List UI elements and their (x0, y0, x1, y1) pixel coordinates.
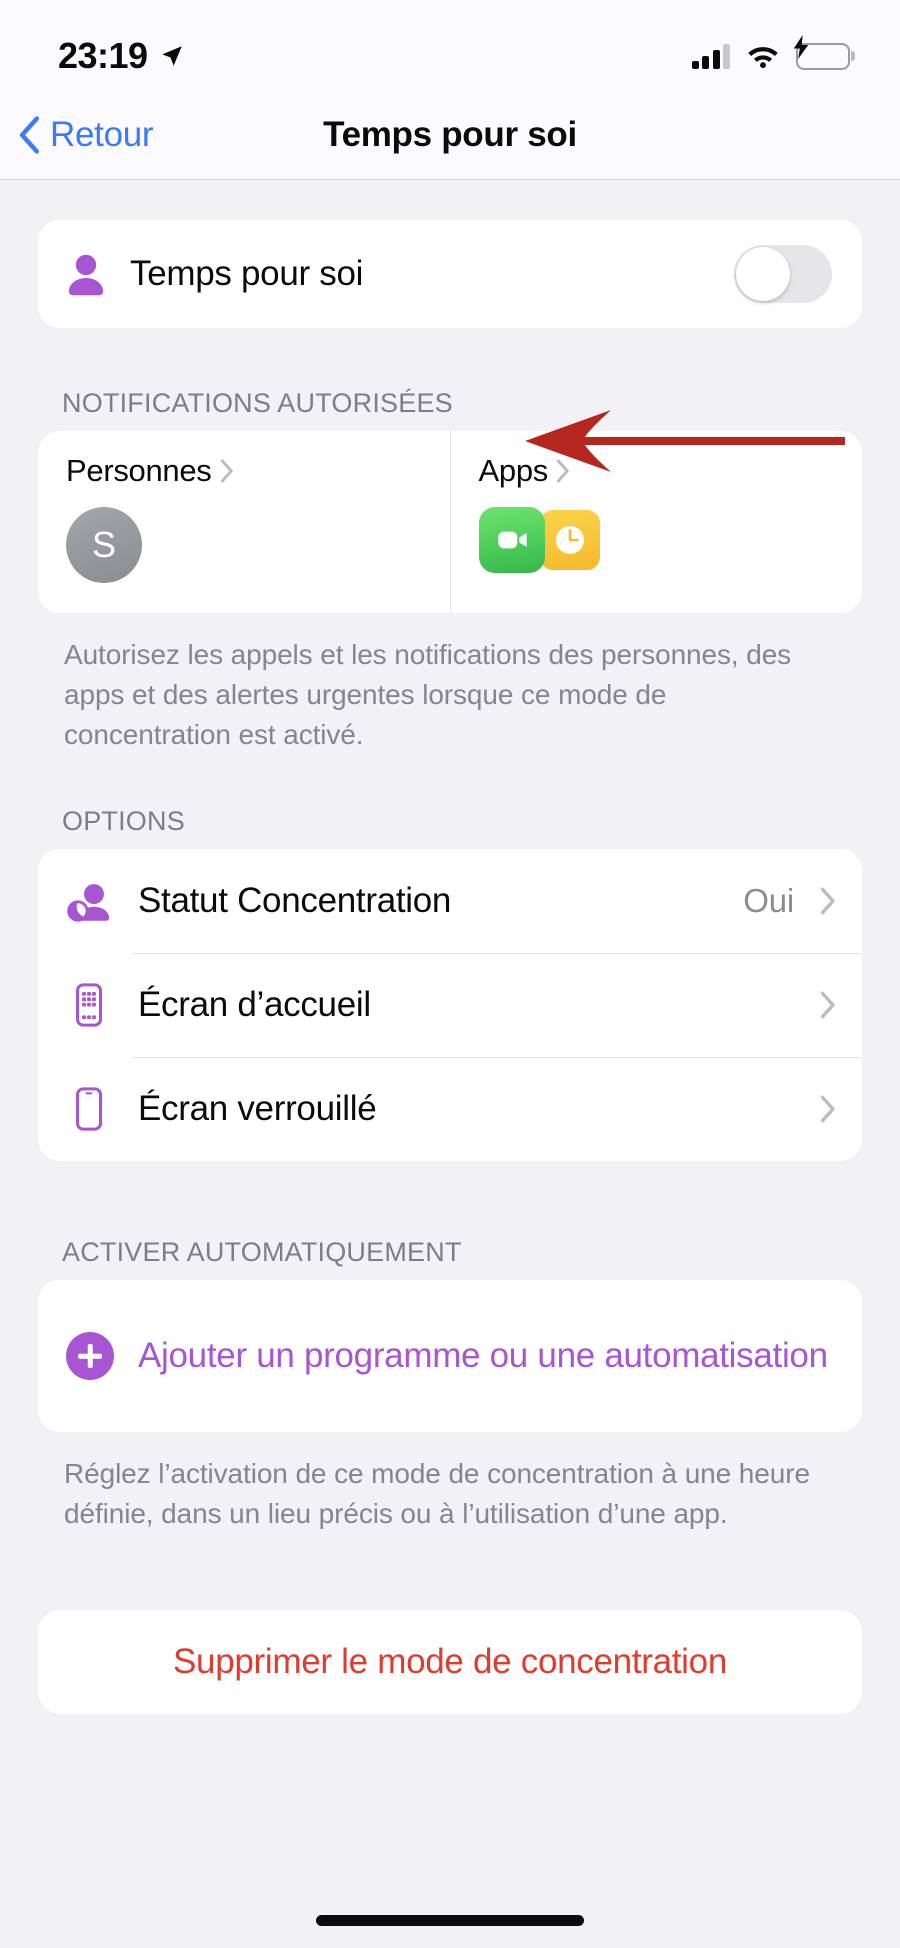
chevron-right-icon (220, 459, 233, 483)
status-bar-right (691, 35, 850, 70)
option-row-label: Statut Concentration (138, 881, 452, 921)
delete-focus-button[interactable]: Supprimer le mode de concentration (38, 1609, 862, 1714)
option-row-label: Écran verrouillé (138, 1089, 377, 1129)
focus-toggle-switch[interactable] (734, 245, 832, 303)
options-card: Statut Concentration Oui Écran d’accueil… (38, 849, 862, 1162)
status-bar: 23:19 (0, 0, 900, 90)
back-button[interactable]: Retour (0, 114, 154, 155)
automation-section-footer: Réglez l’activation de ce mode de concen… (64, 1458, 810, 1529)
people-tile[interactable]: Personnes S (38, 431, 450, 613)
chevron-right-icon (820, 991, 835, 1019)
charging-bolt-icon (793, 35, 808, 59)
automation-section-header: ACTIVER AUTOMATIQUEMENT (62, 1237, 462, 1268)
option-row-value: Oui (743, 882, 794, 920)
wifi-icon (748, 47, 778, 69)
facetime-glyph (497, 531, 527, 549)
chevron-right-icon (820, 887, 835, 915)
cellular-signal-icon (691, 43, 730, 69)
battery-charging-icon (793, 35, 850, 70)
option-row-label: Écran d’accueil (138, 985, 371, 1025)
add-automation-label: Ajouter un programme ou une automatisati… (138, 1335, 828, 1375)
option-row-focus-status[interactable]: Statut Concentration Oui (38, 849, 862, 953)
back-button-label: Retour (50, 114, 154, 154)
option-row-home-screen[interactable]: Écran d’accueil (38, 953, 862, 1057)
notifications-section-footer: Autorisez les appels et les notification… (64, 639, 792, 750)
focus-toggle-label: Temps pour soi (130, 254, 364, 293)
settings-content: Temps pour soi NOTIFICATIONS AUTORISÉES … (0, 220, 900, 1714)
apps-tile[interactable]: Apps (449, 431, 863, 613)
delete-focus-label: Supprimer le mode de concentration (172, 1641, 727, 1681)
focus-status-icon (67, 884, 110, 922)
chevron-left-icon (19, 115, 40, 154)
allowed-app-icons (478, 507, 837, 573)
clock-glyph (555, 526, 584, 554)
automation-card: Ajouter un programme ou une automatisati… (38, 1280, 862, 1433)
switch-knob (736, 247, 790, 301)
option-row-lock-screen[interactable]: Écran verrouillé (38, 1057, 862, 1161)
options-section-header: OPTIONS (62, 806, 185, 837)
add-automation-button[interactable]: Ajouter un programme ou une automatisati… (38, 1280, 862, 1432)
plus-circle-icon (66, 1332, 114, 1381)
home-indicator (316, 1915, 584, 1926)
chevron-right-icon (820, 1095, 835, 1123)
chevron-right-icon (556, 459, 569, 483)
allowed-notifications-card: Personnes S Apps (38, 431, 862, 613)
status-bar-left: 23:19 (58, 35, 185, 77)
focus-toggle-row[interactable]: Temps pour soi (38, 220, 862, 328)
location-arrow-icon (161, 46, 182, 66)
people-tile-label: Personnes (66, 453, 212, 488)
home-screen-icon (75, 983, 103, 1027)
focus-toggle-card: Temps pour soi (38, 220, 862, 328)
apps-tile-label: Apps (478, 453, 549, 488)
facetime-icon (478, 507, 545, 573)
clock-icon (536, 507, 603, 573)
avatar: S (66, 507, 142, 583)
lock-screen-icon (75, 1087, 103, 1131)
notifications-section-header: NOTIFICATIONS AUTORISÉES (62, 388, 453, 418)
person-icon (68, 254, 104, 296)
status-time: 23:19 (58, 35, 148, 76)
iphone-screen: 23:19 Retour Temps pour soi Temps pour s… (0, 0, 900, 1948)
navigation-bar: Retour Temps pour soi (0, 90, 900, 180)
